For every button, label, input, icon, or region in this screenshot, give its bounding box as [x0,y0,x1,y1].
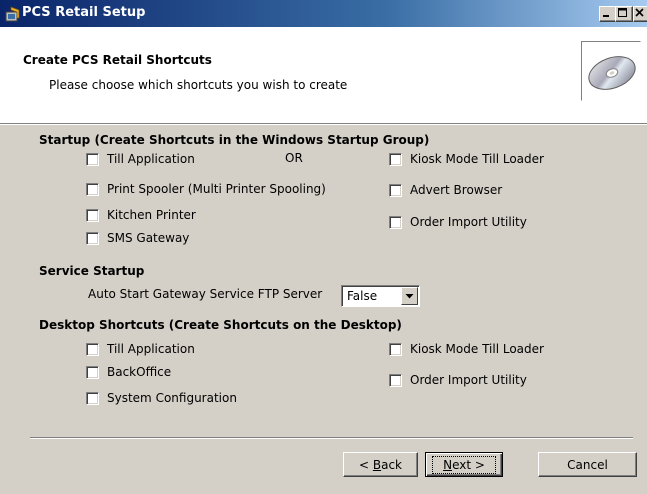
maximize-button[interactable] [615,6,633,22]
checkbox-label: SMS Gateway [107,231,190,245]
checkbox[interactable] [389,183,402,197]
checkbox[interactable] [389,373,402,387]
desktop-kiosk-mode-till-loader[interactable]: Kiosk Mode Till Loader [389,341,544,357]
cd-disc-icon [588,56,636,90]
startup-kiosk-mode-till-loader[interactable]: Kiosk Mode Till Loader [389,151,544,167]
desktop-till-application[interactable]: Till Application [86,341,195,357]
checkbox[interactable] [389,342,402,356]
chevron-down-icon [405,294,414,299]
back-button[interactable]: < Back [343,452,418,477]
cancel-label: Cancel [567,457,608,472]
startup-kitchen-printer[interactable]: Kitchen Printer [86,207,196,223]
footer-divider-highlight [30,438,633,439]
startup-sms-gateway[interactable]: SMS Gateway [86,230,189,246]
desktop-backoffice[interactable]: BackOffice [86,364,171,380]
checkbox-label: System Configuration [107,391,237,405]
startup-order-import-utility[interactable]: Order Import Utility [389,214,527,230]
checkbox[interactable] [389,152,402,166]
checkbox[interactable] [86,182,99,196]
startup-till-application[interactable]: Till Application [86,151,195,167]
header-banner [0,27,647,123]
page-title: Create PCS Retail Shortcuts [23,53,212,67]
checkbox[interactable] [86,208,99,222]
header-divider-highlight [0,124,647,125]
back-prefix: < [358,457,373,472]
checkbox-label: Till Application [107,342,195,356]
maximize-icon [618,8,627,17]
desktop-heading: Desktop Shortcuts (Create Shortcuts on t… [39,318,402,332]
back-rest: ack [381,457,402,472]
startup-heading: Startup (Create Shortcuts in the Windows… [39,133,430,147]
checkbox[interactable] [86,152,99,166]
close-icon [635,8,644,17]
checkbox-label: BackOffice [107,365,172,379]
page-subtitle: Please choose which shortcuts you wish t… [49,78,348,92]
close-button[interactable] [633,6,647,22]
checkbox[interactable] [86,365,99,379]
header-image [581,41,641,101]
checkbox-label: Kitchen Printer [107,208,196,222]
next-button[interactable]: Next > [425,452,503,477]
checkbox-label: Order Import Utility [410,215,527,229]
checkbox[interactable] [389,215,402,229]
checkbox-label: Kiosk Mode Till Loader [410,152,544,166]
desktop-order-import-utility[interactable]: Order Import Utility [389,372,527,388]
next-label: Next > [432,455,496,474]
startup-advert-browser[interactable]: Advert Browser [389,182,502,198]
window-title: PCS Retail Setup [22,5,146,20]
gateway-service-select[interactable]: False [341,285,420,307]
dropdown-button[interactable] [401,287,418,305]
checkbox-label: Order Import Utility [410,373,527,387]
checkbox-label: Advert Browser [410,183,503,197]
back-accelerator: B [372,457,382,472]
title-bar[interactable]: PCS Retail Setup [0,0,647,27]
back-label: < Back [359,458,402,472]
checkbox-label: Kiosk Mode Till Loader [410,342,544,356]
checkbox[interactable] [86,391,99,405]
checkbox-label: Till Application [107,152,195,166]
checkbox[interactable] [86,231,99,245]
cancel-button[interactable]: Cancel [538,452,637,477]
desktop-system-configuration[interactable]: System Configuration [86,390,237,406]
checkbox[interactable] [86,342,99,356]
gateway-service-label: Auto Start Gateway Service FTP Server [88,287,323,301]
or-label: OR [285,151,303,165]
minimize-icon [603,15,609,17]
service-startup-heading: Service Startup [39,264,145,278]
startup-print-spooler[interactable]: Print Spooler (Multi Printer Spooling) [86,181,326,197]
next-rest: ext > [452,457,485,472]
next-accelerator: N [443,457,453,472]
setup-icon [5,6,20,22]
select-value: False [347,289,378,303]
checkbox-label: Print Spooler (Multi Printer Spooling) [107,182,326,196]
